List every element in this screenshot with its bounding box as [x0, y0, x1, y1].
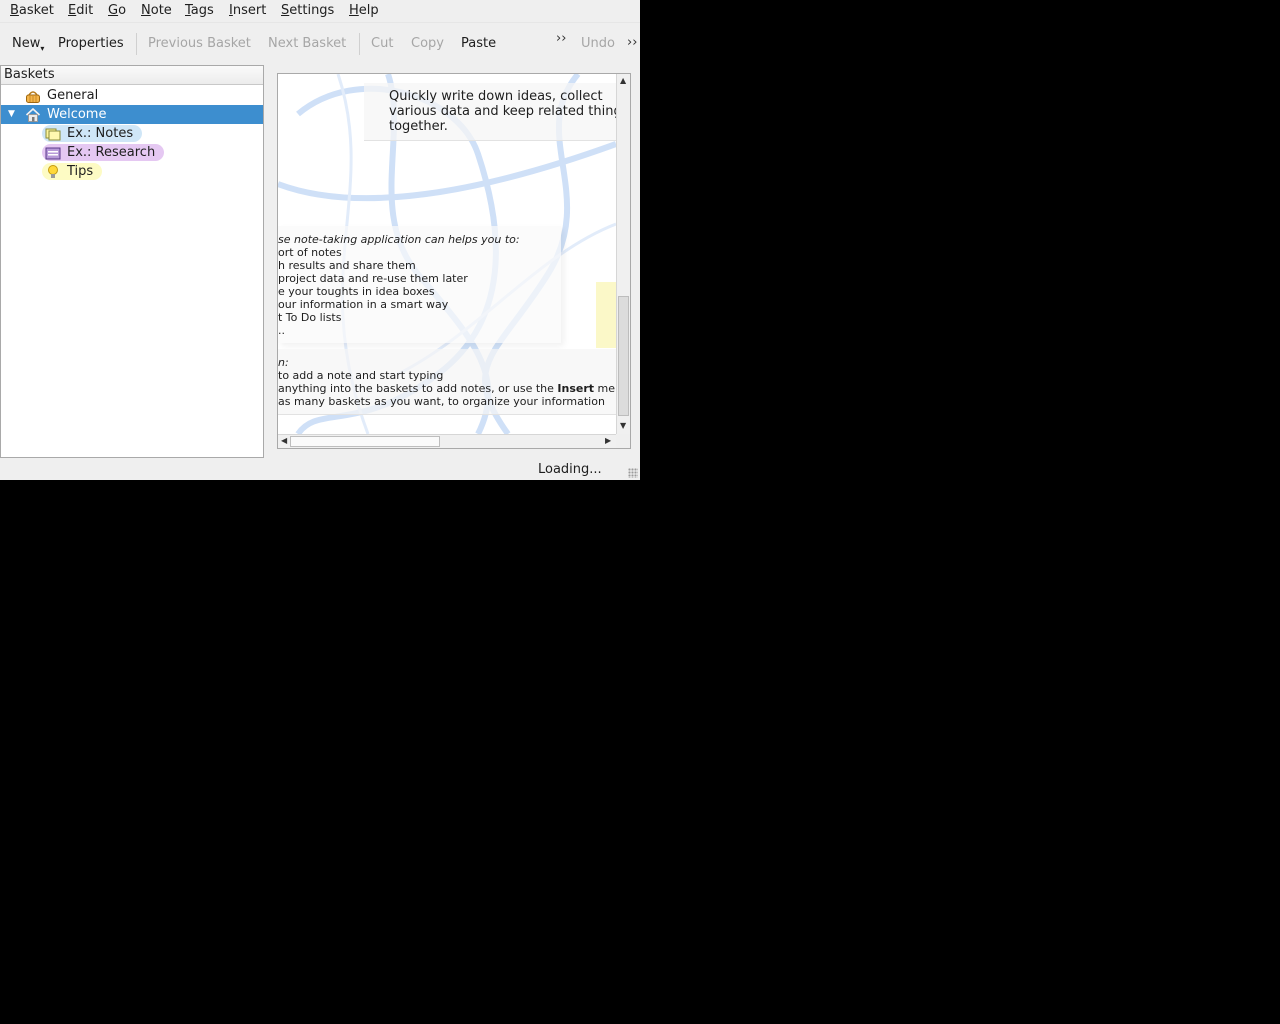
intro-line: various data and keep related thing — [389, 104, 616, 119]
undo-button[interactable]: Undo — [581, 36, 615, 52]
basket-label: Welcome — [47, 107, 107, 122]
menu-insert[interactable]: Insert — [229, 3, 266, 19]
lightbulb-icon — [45, 164, 61, 180]
home-icon — [25, 107, 41, 123]
collapse-arrow-icon[interactable]: ▼ — [8, 105, 15, 124]
basket-label: Ex.: Notes — [67, 126, 134, 141]
scroll-left-icon[interactable]: ◀ — [281, 436, 287, 445]
baskets-tree[interactable]: Baskets General ▼ Welcome Ex.: Notes Ex.… — [0, 65, 264, 458]
status-text: Loading... — [538, 462, 602, 477]
resize-grip-icon[interactable] — [628, 468, 638, 478]
next-basket-button[interactable]: Next Basket — [268, 36, 346, 52]
basket-item-ex-research[interactable]: Ex.: Research — [1, 143, 263, 162]
intro-line: together. — [389, 119, 448, 134]
toolbar-separator — [359, 33, 360, 55]
basket-content-view[interactable]: Quickly write down ideas, collect variou… — [277, 73, 631, 449]
menu-edit[interactable]: Edit — [68, 3, 93, 19]
paste-button[interactable]: Paste — [461, 36, 496, 52]
basket-label: Tips — [67, 164, 94, 179]
menubar: Basket Edit Go Note Tags Insert Settings… — [0, 0, 640, 22]
basket-canvas[interactable]: Quickly write down ideas, collect variou… — [278, 74, 616, 434]
toolbar-separator — [136, 33, 137, 55]
basket-label: Ex.: Research — [67, 145, 156, 160]
previous-basket-button[interactable]: Previous Basket — [148, 36, 251, 52]
feature-item: .. — [278, 324, 285, 337]
scroll-right-icon[interactable]: ▶ — [605, 436, 611, 445]
menu-settings[interactable]: Settings — [281, 3, 334, 19]
feature-item: t To Do lists — [278, 311, 342, 324]
feature-item: e your toughts in idea boxes — [278, 285, 435, 298]
toolbar-extension-icon[interactable]: ›› — [556, 31, 566, 46]
feature-item: ort of notes — [278, 246, 342, 259]
feature-item: h results and share them — [278, 259, 416, 272]
new-button[interactable]: New▾ — [12, 36, 45, 53]
insert-menu-reference: Insert — [557, 382, 595, 395]
horizontal-scrollbar[interactable]: ◀ ▶ — [278, 434, 616, 448]
vertical-scrollbar[interactable]: ▲ ▼ — [616, 74, 630, 434]
howto-heading: n: — [278, 356, 289, 369]
scroll-down-icon[interactable]: ▼ — [620, 421, 626, 430]
menu-go[interactable]: Go — [108, 3, 126, 19]
toolbar-extension-icon-2[interactable]: ›› — [627, 35, 637, 50]
basket-icon — [25, 88, 41, 104]
howto-line: to add a note and start typing — [278, 369, 444, 382]
tips-note-edge[interactable] — [596, 282, 616, 348]
intro-line: Quickly write down ideas, collect — [389, 89, 603, 104]
cut-button[interactable]: Cut — [371, 36, 393, 52]
basket-main-window: Basket Edit Go Note Tags Insert Settings… — [0, 0, 640, 480]
baskets-tree-header[interactable]: Baskets — [1, 66, 263, 85]
features-heading: se note-taking application can helps you… — [278, 233, 520, 246]
copy-button[interactable]: Copy — [411, 36, 444, 52]
howto-line: anything into the baskets to add notes, … — [278, 382, 616, 395]
vertical-scroll-thumb[interactable] — [618, 296, 629, 416]
menu-note[interactable]: Note — [141, 3, 172, 19]
basket-item-welcome[interactable]: ▼ Welcome — [1, 105, 263, 124]
menu-basket[interactable]: Basket — [10, 3, 54, 19]
properties-button[interactable]: Properties — [58, 36, 124, 52]
basket-item-general[interactable]: General — [1, 86, 263, 105]
horizontal-scroll-thumb[interactable] — [290, 436, 440, 447]
scroll-up-icon[interactable]: ▲ — [620, 76, 626, 85]
basket-item-tips[interactable]: Tips — [1, 162, 263, 181]
feature-item: our information in a smart way — [278, 298, 449, 311]
menu-tags[interactable]: Tags — [185, 3, 214, 19]
basket-label: General — [47, 88, 99, 103]
menu-help[interactable]: Help — [349, 3, 379, 19]
basket-item-ex-notes[interactable]: Ex.: Notes — [1, 124, 263, 143]
research-icon — [45, 145, 61, 161]
dropdown-arrow-icon: ▾ — [40, 44, 45, 53]
main-toolbar: New▾ Properties Previous Basket Next Bas… — [0, 22, 640, 63]
feature-item: project data and re-use them later — [278, 272, 468, 285]
notes-icon — [45, 126, 61, 142]
scroll-corner — [616, 434, 630, 448]
howto-line: as many baskets as you want, to organize… — [278, 395, 605, 408]
